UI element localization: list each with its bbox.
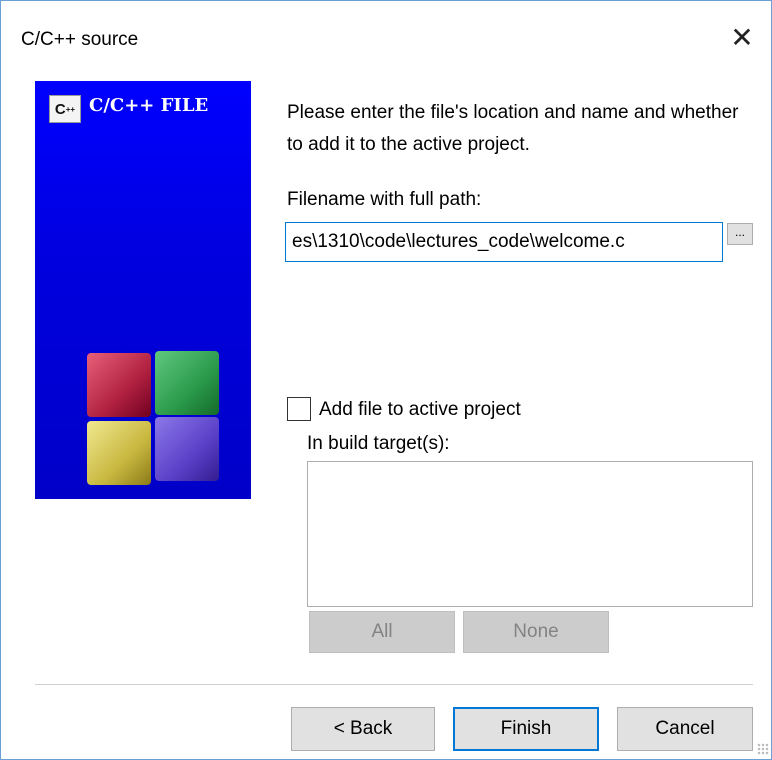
window-title: C/C++ source bbox=[21, 29, 139, 50]
close-icon[interactable]: ✕ bbox=[727, 23, 757, 53]
build-targets-list[interactable] bbox=[307, 461, 753, 607]
filename-label: Filename with full path: bbox=[287, 189, 482, 210]
wizard-banner: C ++ C/C++ FILE bbox=[35, 81, 251, 499]
filename-input[interactable] bbox=[285, 222, 723, 262]
build-targets-label: In build target(s): bbox=[307, 433, 450, 454]
back-button[interactable]: < Back bbox=[291, 707, 435, 751]
green-cube-icon bbox=[155, 351, 219, 415]
select-all-button[interactable]: All bbox=[309, 611, 455, 653]
cpp-logo: C ++ bbox=[49, 95, 81, 123]
footer-divider bbox=[35, 684, 753, 685]
banner-title: C/C++ FILE bbox=[89, 95, 209, 116]
browse-button[interactable]: ... bbox=[727, 223, 753, 245]
yellow-cube-icon bbox=[87, 421, 151, 485]
select-none-button[interactable]: None bbox=[463, 611, 609, 653]
instructions-text: Please enter the file's location and nam… bbox=[287, 102, 739, 155]
new-file-dialog: C/C++ source ✕ C ++ C/C++ FILE Please ent… bbox=[0, 0, 772, 760]
cancel-button[interactable]: Cancel bbox=[617, 707, 753, 751]
add-to-project-checkbox[interactable] bbox=[287, 397, 311, 421]
add-to-project-label[interactable]: Add file to active project bbox=[319, 399, 521, 421]
logo-superscript: ++ bbox=[65, 104, 76, 114]
resize-grip-icon[interactable] bbox=[757, 743, 769, 755]
purple-cube-icon bbox=[155, 417, 219, 481]
red-cube-icon bbox=[87, 353, 151, 417]
logo-text: C bbox=[54, 100, 66, 118]
finish-button[interactable]: Finish bbox=[453, 707, 599, 751]
